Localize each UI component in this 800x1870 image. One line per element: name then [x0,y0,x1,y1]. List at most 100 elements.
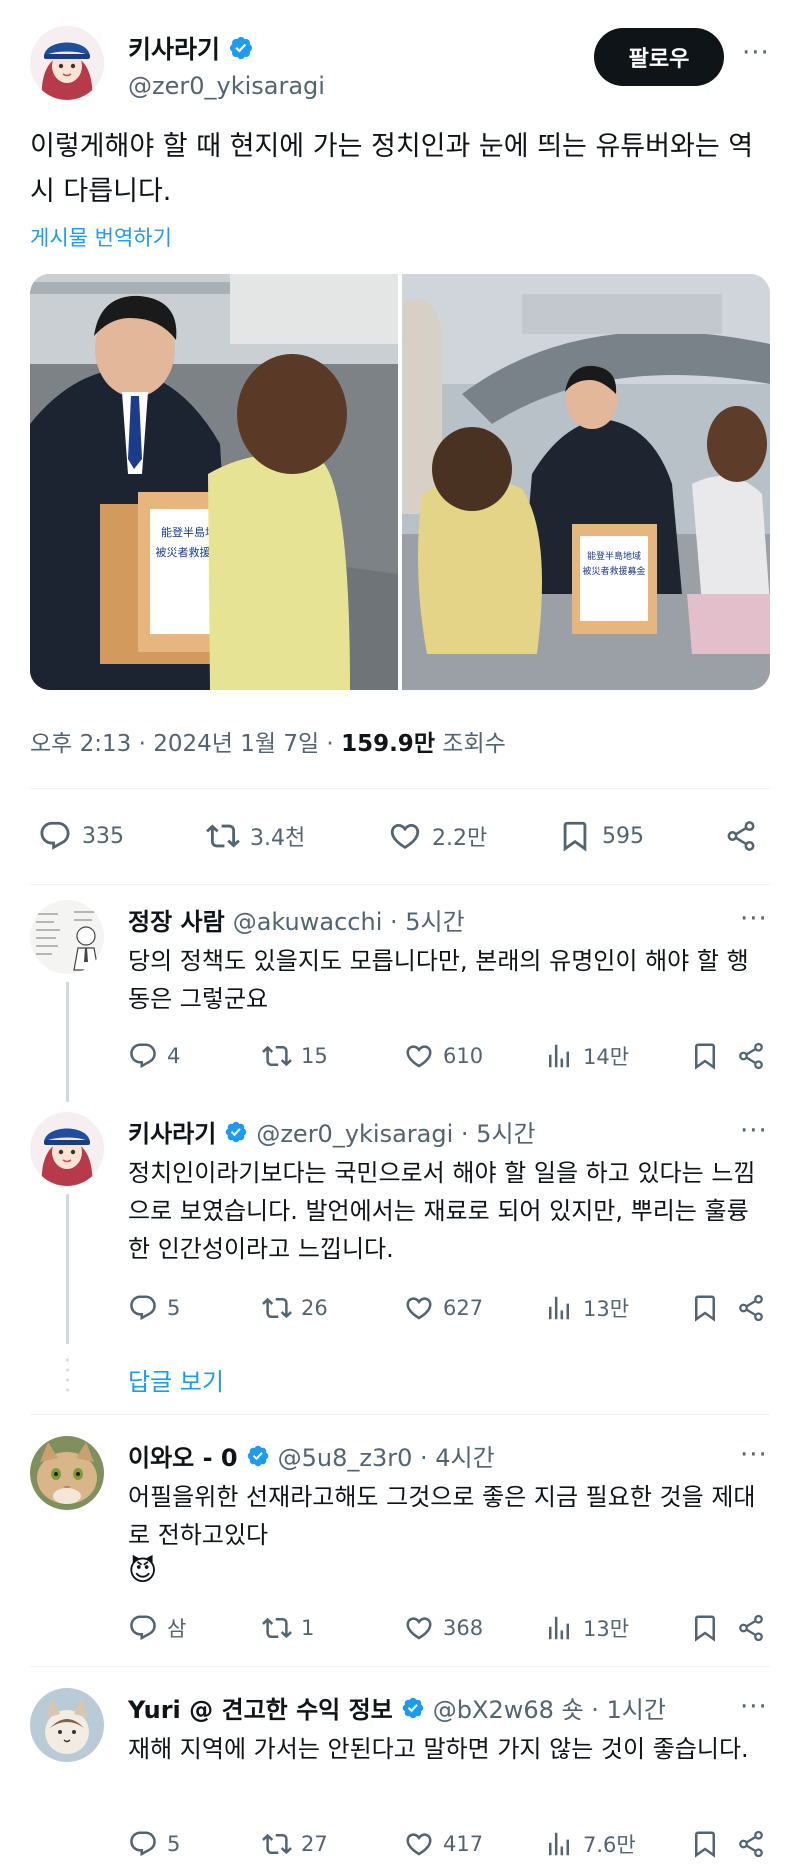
share-icon [724,819,758,853]
bookmark-button[interactable] [690,1824,720,1864]
reply-button[interactable]: 5 [128,1824,180,1864]
heart-icon [404,1293,434,1323]
retweet-button[interactable]: 27 [262,1824,328,1864]
tweet-meta: 오후 2:13 · 2024년 1월 7일 · 159.9만 조회수 [30,724,506,758]
more-options-icon[interactable]: ··· [740,906,768,932]
views-button[interactable]: 13만 [544,1608,629,1648]
more-options-icon[interactable]: ··· [742,40,770,66]
like-button[interactable]: 368 [404,1608,483,1648]
reply-tweet: 정장 사람 @akuwacchi · 5시간 ··· 당의 정책도 있을지도 모… [30,900,770,1080]
share-icon [736,1293,766,1323]
reply-count: 5 [167,1296,181,1320]
thread-dots [66,1356,69,1396]
share-button[interactable] [736,1608,766,1648]
retweet-button[interactable]: 1 [262,1608,314,1648]
reply-tweet: 이와오 - 0 @5u8_z3r0 · 4시간 ··· 어필을위한 선재라고해도… [30,1436,770,1642]
like-button[interactable]: 627 [404,1288,483,1328]
views-count: 13만 [583,1617,630,1641]
reply-button[interactable]: 삼 [128,1608,186,1648]
divider [30,884,770,885]
reply-author-name[interactable]: Yuri @ 견고한 수익 정보 [128,1690,393,1725]
like-button[interactable]: 417 [404,1824,483,1864]
share-icon [736,1041,766,1071]
more-options-icon[interactable]: ··· [740,1442,768,1468]
reply-author-handle[interactable]: @5u8_z3r0 · 4시간 [278,1438,495,1473]
views-count: 13만 [583,1297,630,1321]
verified-badge-icon [246,1444,270,1468]
more-options-icon[interactable]: ··· [740,1118,768,1144]
avatar[interactable] [30,1436,104,1510]
bookmark-icon [690,1041,720,1071]
bookmark-button[interactable] [690,1036,720,1076]
tweet-photo-2[interactable]: 能登半島地域 被災者救援募金 [402,274,770,690]
avatar[interactable] [30,900,104,974]
views-button[interactable]: 13만 [544,1288,629,1328]
bookmark-button[interactable] [690,1288,720,1328]
avatar[interactable] [30,26,104,100]
reply-header: 정장 사람 @akuwacchi · 5시간 [128,902,465,937]
reply-author-name[interactable]: 이와오 - 0 [128,1438,238,1473]
views-button[interactable]: 14만 [544,1036,629,1076]
like-button[interactable]: 2.2만 [388,810,487,862]
retweet-icon [262,1613,292,1643]
heart-icon [404,1829,434,1859]
follow-button[interactable]: 팔로우 [594,28,724,86]
author-name-row[interactable]: 키사라기 [128,30,254,66]
reply-action-bar: 4 15 610 14만 [128,1036,770,1076]
author-handle[interactable]: @zer0_ykisaragi [128,72,325,100]
tweet-media[interactable]: 能登半島地域 被災者救援募金 能登半島地域 被災者救援募金 [30,274,770,690]
reply-icon [128,1041,158,1071]
reply-text: 당의 정책도 있을지도 모릅니다만, 본래의 유명인이 해야 할 행동은 그렇군… [128,947,749,1013]
reply-button[interactable]: 5 [128,1288,180,1328]
thread-line [66,1194,69,1344]
analytics-icon [544,1829,574,1859]
views-count: 7.6만 [583,1833,636,1857]
reply-author-handle[interactable]: @bX2w68 숏 · 1시간 [433,1690,666,1725]
reply-action-bar: 삼 1 368 13만 [128,1608,770,1648]
retweet-count: 15 [301,1044,328,1068]
show-replies-link[interactable]: 답글 보기 [128,1362,224,1397]
more-options-icon[interactable]: ··· [740,1694,768,1720]
avatar[interactable] [30,1688,104,1762]
reply-author-handle[interactable]: @akuwacchi · 5시간 [233,902,465,937]
like-count: 2.2만 [432,826,488,851]
verified-badge-icon [224,1120,248,1144]
share-button[interactable] [736,1036,766,1076]
views-button[interactable]: 7.6만 [544,1824,636,1864]
reply-author-handle[interactable]: @zer0_ykisaragi · 5시간 [256,1114,535,1149]
retweet-button[interactable]: 26 [262,1288,328,1328]
share-button[interactable] [736,1824,766,1864]
bookmark-button[interactable] [690,1608,720,1648]
reply-count: 삼 [167,1617,187,1641]
reply-button[interactable]: 4 [128,1036,180,1076]
reply-header: Yuri @ 견고한 수익 정보 @bX2w68 숏 · 1시간 [128,1690,666,1725]
reply-action-bar: 5 26 627 13만 [128,1288,770,1328]
reply-button[interactable]: 335 [38,810,124,862]
avatar[interactable] [30,1112,104,1186]
translate-post-link[interactable]: 게시물 번역하기 [30,222,172,252]
reply-header: 이와오 - 0 @5u8_z3r0 · 4시간 [128,1438,495,1473]
like-count: 627 [443,1296,484,1320]
reply-text: 정치인이라기보다는 국민으로서 해야 할 일을 하고 있다는 느낌으로 보였습니… [128,1159,756,1263]
retweet-count: 1 [301,1616,315,1640]
reply-icon [38,819,72,853]
tweet-header: 키사라기 @zer0_ykisaragi 팔로우 ··· [30,26,770,102]
tweet-photo-1[interactable]: 能登半島地域 被災者救援募金 [30,274,398,690]
thread-line [66,982,69,1102]
like-button[interactable]: 610 [404,1036,483,1076]
share-button[interactable] [724,810,758,862]
author-name[interactable]: 키사라기 [128,30,220,66]
views-count: 159.9만 [341,731,435,757]
divider [30,1666,770,1667]
reply-text: 어필을위한 선재라고해도 그것으로 좋은 지금 필요한 것을 제대로 전하고있다 [128,1483,756,1549]
tweet-time[interactable]: 오후 2:13 · 2024년 1월 7일 · [30,731,341,757]
share-icon [736,1829,766,1859]
bookmark-button[interactable]: 595 [558,810,644,862]
reply-author-name[interactable]: 정장 사람 [128,902,225,937]
reply-author-name[interactable]: 키사라기 [128,1114,216,1149]
share-button[interactable] [736,1288,766,1328]
retweet-button[interactable]: 15 [262,1036,328,1076]
tweet-action-bar: 335 3.4천 2.2만 595 [30,810,770,862]
bookmark-icon [558,819,592,853]
retweet-button[interactable]: 3.4천 [206,810,305,862]
